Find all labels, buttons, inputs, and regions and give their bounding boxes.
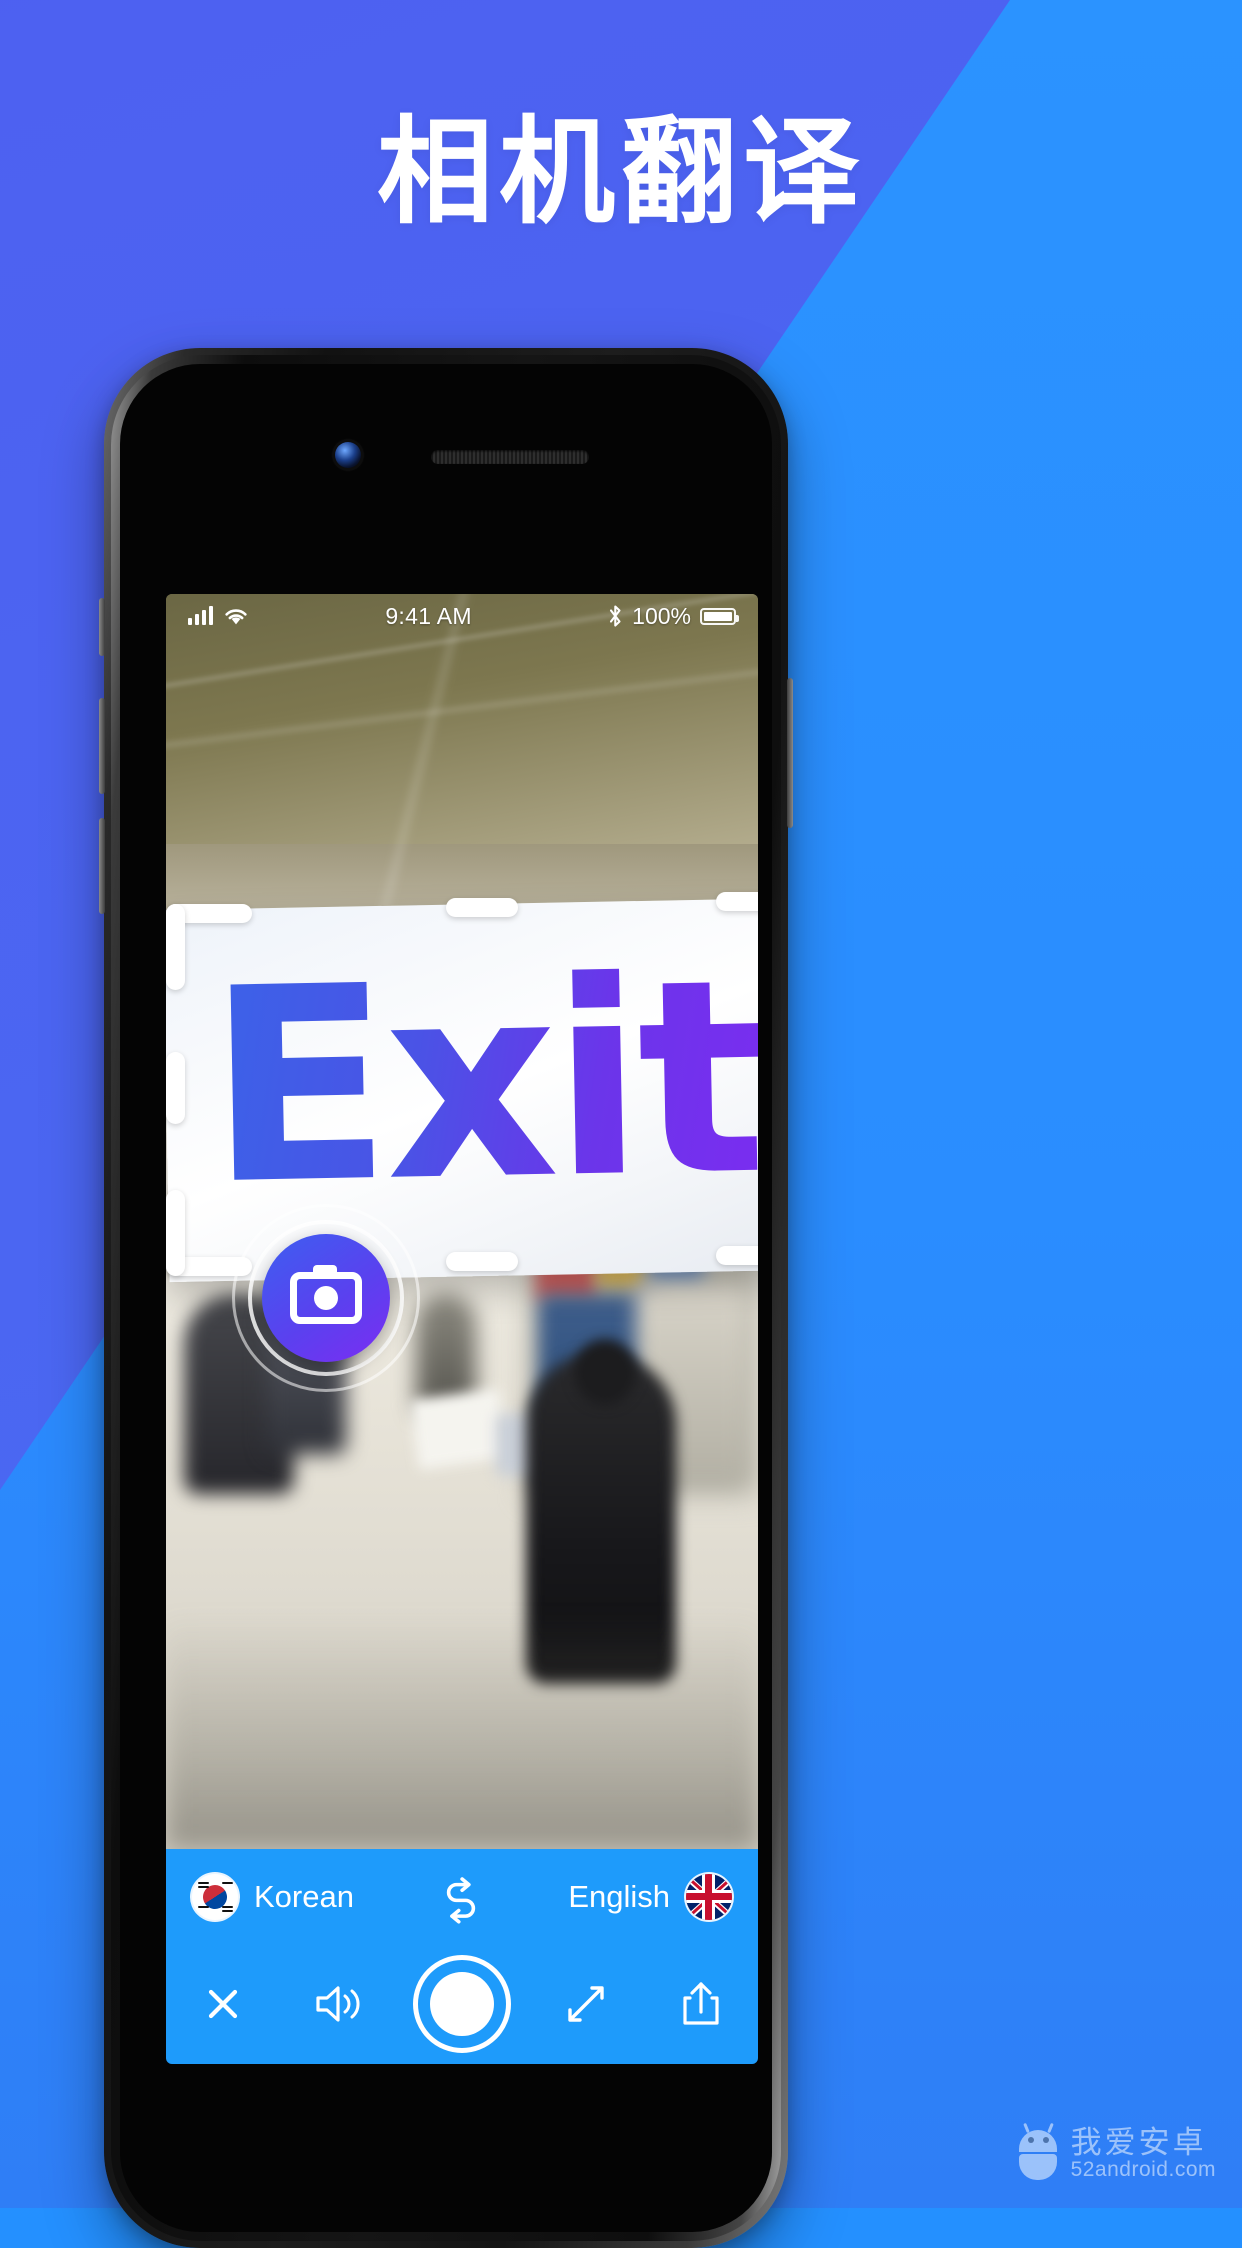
source-language-label: Korean	[254, 1878, 354, 1914]
language-selector-bar: Korean English	[166, 1849, 758, 1944]
status-bar: 9:41 AM 100%	[166, 594, 758, 638]
scan-tick-bottom	[446, 1252, 518, 1271]
close-x-icon	[209, 1989, 238, 2019]
translated-sign-card: Exit	[166, 897, 758, 1283]
camera-glyph	[290, 1265, 362, 1324]
battery-percent-label: 100%	[632, 602, 691, 629]
status-bar-right: 100%	[608, 602, 739, 630]
phone-screen: 9:41 AM 100% Exit Korean English	[166, 594, 758, 2064]
expand-button[interactable]	[547, 1965, 625, 2043]
scene-paper	[409, 1388, 509, 1470]
phone-volume-up-button[interactable]	[99, 698, 105, 794]
target-language-label: English	[568, 1878, 670, 1914]
scan-corner-br-h	[716, 1246, 758, 1265]
page-title: 相机翻译	[377, 105, 865, 240]
scene-shadow	[166, 1614, 758, 1849]
scan-tick-left	[166, 1052, 185, 1124]
uk-flag-icon	[686, 1873, 732, 1920]
battery-full-icon	[699, 607, 739, 625]
share-upload-icon	[683, 1982, 719, 2025]
watermark-chinese: 我爱安卓	[1070, 2124, 1207, 2161]
scan-corner-tl-v	[166, 904, 185, 990]
swap-languages-icon[interactable]	[434, 1870, 488, 1924]
front-camera-icon	[335, 442, 361, 468]
camera-icon	[262, 1234, 390, 1362]
wifi-icon	[225, 608, 247, 624]
phone-mockup: 9:41 AM 100% Exit Korean English	[99, 348, 793, 2248]
scan-frame: Exit	[166, 890, 758, 1290]
android-robot-icon	[1015, 2122, 1061, 2182]
bluetooth-icon	[610, 605, 621, 627]
camera-capture-badge[interactable]	[232, 1204, 420, 1392]
scan-tick-top	[446, 898, 518, 917]
phone-power-button[interactable]	[787, 678, 793, 828]
watermark-url: 52android.com	[1070, 2158, 1216, 2182]
shutter-button[interactable]	[412, 1955, 511, 2053]
camera-toolbar	[166, 1944, 758, 2064]
status-bar-time: 9:41 AM	[385, 602, 472, 629]
status-bar-left	[188, 606, 249, 626]
phone-volume-down-button[interactable]	[99, 818, 105, 914]
phone-silent-switch[interactable]	[99, 598, 105, 656]
watermark: 我爱安卓 52android.com	[1015, 2122, 1216, 2182]
expand-arrows-icon	[568, 1986, 605, 2022]
scan-corner-bl-v	[166, 1190, 185, 1276]
target-language-button[interactable]: English	[568, 1873, 732, 1920]
share-button[interactable]	[662, 1965, 740, 2043]
cellular-bars-icon	[188, 606, 213, 625]
watermark-text: 我爱安卓 52android.com	[1071, 2127, 1216, 2182]
close-button[interactable]	[184, 1965, 262, 2043]
korea-flag-icon	[192, 1873, 238, 1920]
speaker-sound-icon	[315, 1986, 360, 2022]
translated-sign-text: Exit	[205, 922, 758, 1245]
phone-screen-bezel: 9:41 AM 100% Exit Korean English	[120, 364, 772, 2232]
earpiece-speaker	[431, 450, 589, 464]
shutter-circle-icon	[429, 1972, 494, 2036]
scene-person-head	[574, 1339, 636, 1405]
source-language-button[interactable]: Korean	[192, 1873, 354, 1920]
scan-corner-tr-h	[716, 892, 758, 911]
speaker-button[interactable]	[299, 1965, 377, 2043]
